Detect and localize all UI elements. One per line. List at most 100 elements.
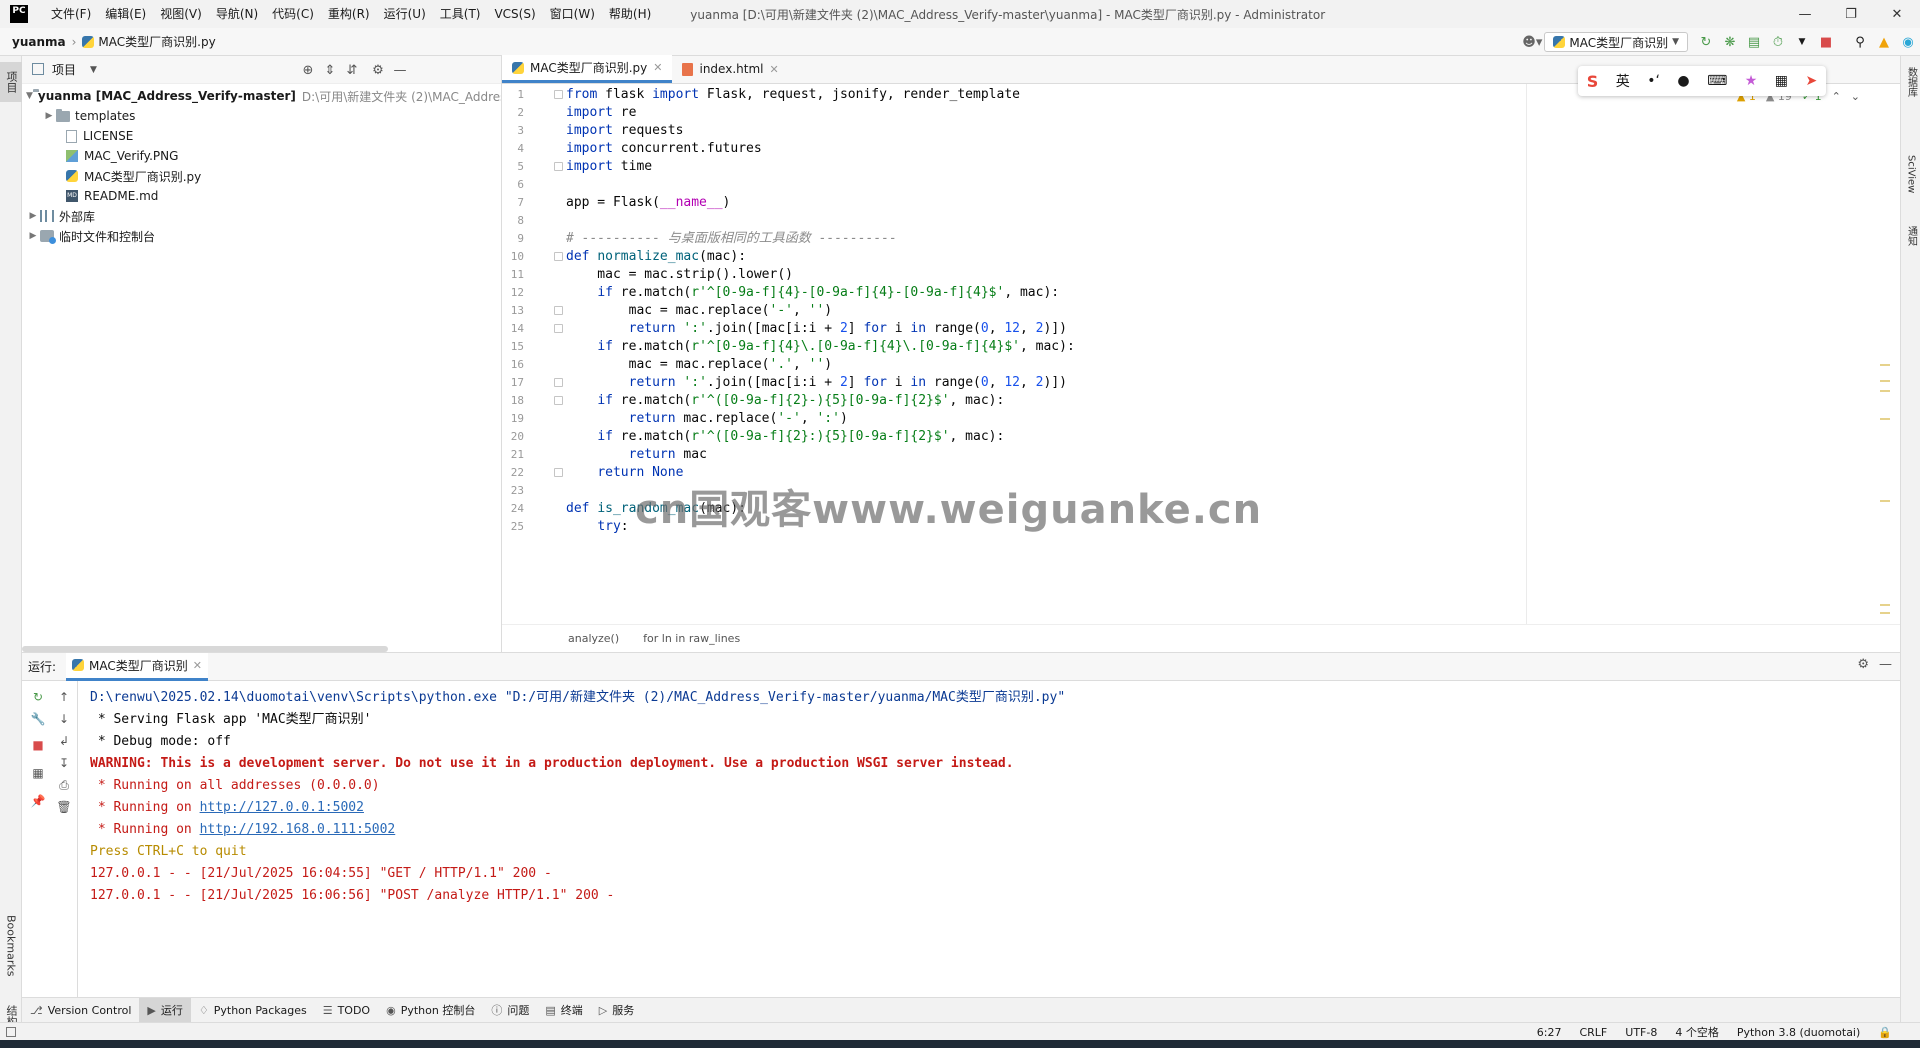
tool-problems[interactable]: ⓘ 问题 <box>483 998 537 1023</box>
keyboard-icon[interactable]: ⌨ <box>1707 73 1727 89</box>
wrench-icon[interactable]: 🔧 <box>28 709 48 729</box>
jetbrains-logo-icon[interactable]: ◉ <box>1896 30 1920 54</box>
line-separator[interactable]: CRLF <box>1579 1026 1607 1039</box>
tool-python-packages[interactable]: ♢ Python Packages <box>191 998 315 1023</box>
restore-icon[interactable]: ❐ <box>1828 0 1874 28</box>
arrow-up-icon[interactable]: ↑ <box>54 687 74 707</box>
hide-panel-icon[interactable]: — <box>390 60 410 80</box>
tool-windows-toggle-icon[interactable] <box>6 1026 16 1037</box>
console-output[interactable]: D:\renwu\2025.02.14\duomotai\venv\Script… <box>90 687 1870 987</box>
hide-panel-icon[interactable]: — <box>1879 657 1892 672</box>
stripe-mark[interactable] <box>1880 500 1890 502</box>
project-panel-title[interactable]: 项目 <box>52 61 76 78</box>
tab-index-html[interactable]: index.html ✕ <box>672 55 788 83</box>
close-icon[interactable]: ✕ <box>653 61 662 74</box>
stop-icon[interactable]: ■ <box>28 735 48 755</box>
tool-run[interactable]: ▶ 运行 <box>139 997 191 1023</box>
chevron-right-icon[interactable]: ▶ <box>26 211 40 221</box>
minimize-icon[interactable]: — <box>1782 0 1828 28</box>
fold-marker-icon[interactable] <box>554 90 563 99</box>
tool-todo[interactable]: ☰ TODO <box>315 998 378 1023</box>
menu-run[interactable]: 运行(U) <box>377 0 433 28</box>
stop-icon[interactable]: ■ <box>1814 30 1838 54</box>
breadcrumb-project[interactable]: yuanma <box>12 35 66 49</box>
tool-tab-sciview[interactable]: SciView <box>1901 146 1920 202</box>
more-run-chevron-icon[interactable]: ▼ <box>1790 30 1814 54</box>
menu-refactor[interactable]: 重构(R) <box>321 0 377 28</box>
chevron-right-icon[interactable]: ▶ <box>42 111 56 121</box>
chevron-down-icon[interactable]: ▼ <box>90 65 97 75</box>
stripe-mark[interactable] <box>1880 418 1890 420</box>
collapse-all-icon[interactable]: ⇵ <box>342 60 362 80</box>
close-icon[interactable]: ✕ <box>193 659 202 672</box>
gear-icon[interactable]: ⚙ <box>1857 657 1869 672</box>
user-icon[interactable]: ☻▾ <box>1520 30 1544 54</box>
sogou-logo-icon[interactable]: S <box>1587 72 1599 91</box>
menu-navigate[interactable]: 导航(N) <box>209 0 265 28</box>
fold-marker-icon[interactable] <box>554 396 563 405</box>
tool-tab-project[interactable]: 项目 <box>0 62 22 102</box>
close-icon[interactable]: ✕ <box>769 63 778 76</box>
tree-root[interactable]: ▼ yuanma [MAC_Address_Verify-master] D:\… <box>22 86 501 106</box>
updates-icon[interactable]: ▲ <box>1872 30 1896 54</box>
stripe-mark[interactable] <box>1880 604 1890 606</box>
menu-code[interactable]: 代码(C) <box>265 0 321 28</box>
game-icon[interactable]: ➤ <box>1806 73 1818 89</box>
tree-item-readme[interactable]: MD README.md <box>22 186 501 206</box>
stripe-mark[interactable] <box>1880 380 1890 382</box>
close-icon[interactable]: ✕ <box>1874 0 1920 28</box>
arrow-down-icon[interactable]: ↓ <box>54 709 74 729</box>
fold-marker-icon[interactable] <box>554 378 563 387</box>
breadcrumb-file[interactable]: MAC类型厂商识别.py <box>98 33 215 50</box>
ime-language[interactable]: 英 <box>1616 71 1630 91</box>
tree-item-license[interactable]: LICENSE <box>22 126 501 146</box>
skin-icon[interactable]: ★ <box>1745 73 1758 89</box>
run-tab[interactable]: MAC类型厂商识别 ✕ <box>66 652 208 681</box>
error-stripe[interactable] <box>1880 184 1890 624</box>
tool-tab-notifications[interactable]: 通知 <box>1901 216 1920 256</box>
stripe-mark[interactable] <box>1880 390 1890 392</box>
search-icon[interactable]: ⚲ <box>1848 30 1872 54</box>
trash-icon[interactable]: 🗑 <box>54 797 74 817</box>
menu-help[interactable]: 帮助(H) <box>602 0 658 28</box>
lock-icon[interactable]: 🔒 <box>1878 1026 1892 1039</box>
chevron-right-icon[interactable]: ▶ <box>26 231 40 241</box>
fold-marker-icon[interactable] <box>554 468 563 477</box>
fold-marker-icon[interactable] <box>554 324 563 333</box>
chevron-down-icon[interactable]: ▼ <box>26 91 33 101</box>
fold-marker-icon[interactable] <box>554 252 563 261</box>
run-config-selector[interactable]: MAC类型厂商识别 ▼ <box>1544 32 1688 52</box>
caret-position[interactable]: 6:27 <box>1537 1026 1562 1039</box>
indent-setting[interactable]: 4 个空格 <box>1675 1024 1719 1040</box>
tool-services[interactable]: ▷ 服务 <box>591 998 642 1023</box>
pin-icon[interactable]: 📌 <box>28 791 48 811</box>
menu-vcs[interactable]: VCS(S) <box>487 0 542 28</box>
code-area[interactable]: 1 2 3 4 5 6 7 8 9 10 11 12 13 14 15 16 1… <box>502 84 1900 624</box>
link-localhost[interactable]: http://127.0.0.1:5002 <box>200 800 364 815</box>
debug-icon[interactable]: ❋ <box>1718 30 1742 54</box>
tool-python-console[interactable]: ◉ Python 控制台 <box>378 998 483 1023</box>
locate-file-icon[interactable]: ⊕ <box>298 60 318 80</box>
python-interpreter[interactable]: Python 3.8 (duomotai) <box>1737 1026 1860 1039</box>
file-encoding[interactable]: UTF-8 <box>1625 1026 1657 1039</box>
soft-wrap-icon[interactable]: ↲ <box>54 731 74 751</box>
tool-tab-bookmarks[interactable]: Bookmarks <box>0 906 22 986</box>
expand-all-icon[interactable]: ⇕ <box>320 60 340 80</box>
tree-item-png[interactable]: MAC_Verify.PNG <box>22 146 501 166</box>
tree-item-py[interactable]: MAC类型厂商识别.py <box>22 166 501 186</box>
fold-marker-icon[interactable] <box>554 162 563 171</box>
breadcrumb-function[interactable]: analyze() <box>568 632 619 645</box>
menu-window[interactable]: 窗口(W) <box>543 0 602 28</box>
rerun-icon[interactable]: ↻ <box>28 687 48 707</box>
print-icon[interactable]: ⎙ <box>54 775 74 795</box>
menu-tools[interactable]: 工具(T) <box>433 0 488 28</box>
tab-mac-py[interactable]: MAC类型厂商识别.py ✕ <box>502 55 673 83</box>
link-lan[interactable]: http://192.168.0.111:5002 <box>200 822 396 837</box>
ime-punctuation-icon[interactable]: •‘ <box>1647 73 1660 89</box>
toolbox-icon[interactable]: ▦ <box>1775 73 1788 89</box>
rerun-icon[interactable]: ↻ <box>1694 30 1718 54</box>
menu-edit[interactable]: 编辑(E) <box>98 0 153 28</box>
tool-terminal[interactable]: ▤ 终端 <box>537 998 590 1023</box>
fold-marker-icon[interactable] <box>554 306 563 315</box>
breadcrumb-loop[interactable]: for ln in raw_lines <box>643 632 740 645</box>
